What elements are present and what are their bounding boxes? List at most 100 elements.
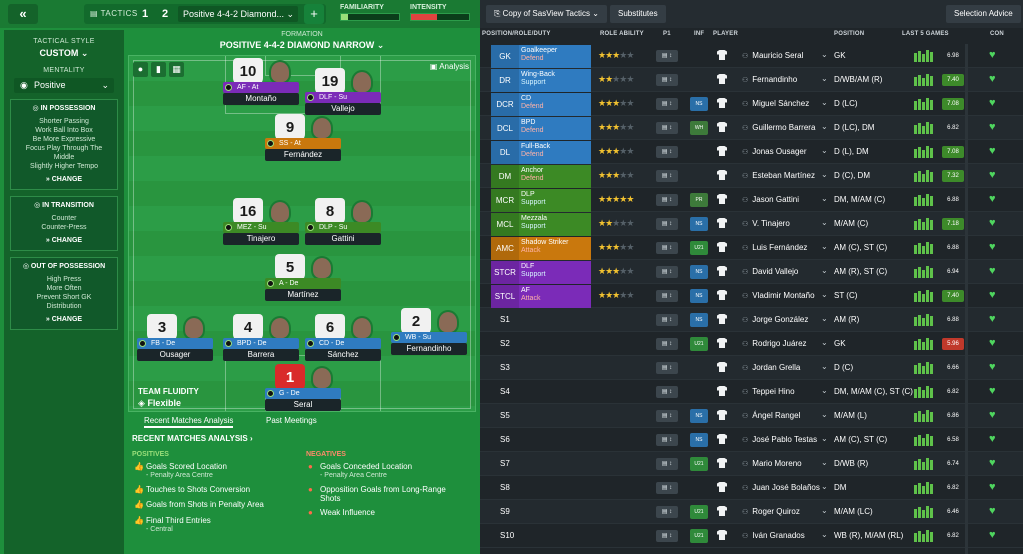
col-condition[interactable]: CON [990, 31, 1004, 37]
intensity-meter[interactable] [410, 13, 470, 21]
chevron-down-icon[interactable]: ⌄ [821, 530, 828, 539]
player-card[interactable]: 4 BPD - De Barrera [223, 314, 299, 364]
table-row[interactable]: S2 ▤ ↕ U21 ⚇ Rodrigo Juárez ⌄ GK 5.96 ♥ [480, 332, 1023, 356]
role-badge[interactable]: G - De [265, 388, 341, 399]
change-in-transition-button[interactable]: » CHANGE [13, 237, 115, 244]
table-row[interactable]: DL Full-Back Defend ★★★★★ ▤ ↕ ⚇ Jonas Ousager ⌄… [480, 140, 1023, 164]
player-name[interactable]: ⚇ Esteban Martínez [742, 171, 815, 180]
chevron-down-icon[interactable]: ⌄ [821, 410, 828, 419]
p1-indicator[interactable]: ▤ ↕ [656, 122, 678, 134]
p1-indicator[interactable]: ▤ ↕ [656, 482, 678, 494]
position-role-cell[interactable]: GK Goalkeeper Defend [491, 45, 591, 68]
player-name[interactable]: ⚇ Iván Granados [742, 531, 805, 540]
player-name[interactable]: ⚇ Jonas Ousager [742, 147, 807, 156]
player-name[interactable]: ⚇ Guillermo Barrera [742, 123, 815, 132]
chevron-down-icon[interactable]: ⌄ [821, 98, 828, 107]
chevron-down-icon[interactable]: ⌄ [821, 458, 828, 467]
table-row[interactable]: STCL AF Attack ★★★★★ ▤ ↕ NS ⚇ Vladimir Montaño ⌄… [480, 284, 1023, 308]
chevron-down-icon[interactable]: ⌄ [821, 122, 828, 131]
chevron-down-icon[interactable]: ⌄ [821, 146, 828, 155]
p1-indicator[interactable]: ▤ ↕ [656, 338, 678, 350]
player-name[interactable]: ⚇ Teppei Hino [742, 387, 795, 396]
table-row[interactable]: S6 ▤ ↕ NS ⚇ José Pablo Testas ⌄ AM (C), ST (C)… [480, 428, 1023, 452]
player-card[interactable]: 1 G - De Seral [265, 364, 341, 411]
tactic-slot-1[interactable]: 1 [136, 6, 154, 22]
player-card[interactable]: 16 MEZ - Su Tinajero [223, 198, 299, 248]
position-role-cell[interactable]: STCR DLF Support [491, 261, 591, 284]
table-row[interactable]: DCL BPD Defend ★★★★★ ▤ ↕ WH ⚇ Guillermo Barrera… [480, 116, 1023, 140]
collapse-button[interactable]: « [8, 4, 38, 24]
p1-indicator[interactable]: ▤ ↕ [656, 194, 678, 206]
chevron-down-icon[interactable]: ⌄ [821, 266, 828, 275]
chevron-down-icon[interactable]: ⌄ [821, 242, 828, 251]
table-row[interactable]: S7 ▤ ↕ U21 ⚇ Mario Moreno ⌄ D/WB (R) 6.74 ♥ [480, 452, 1023, 476]
p1-indicator[interactable]: ▤ ↕ [656, 218, 678, 230]
role-badge[interactable]: CD - De [305, 338, 381, 349]
chevron-down-icon[interactable]: ⌄ [821, 482, 828, 491]
p1-indicator[interactable]: ▤ ↕ [656, 146, 678, 158]
player-name[interactable]: ⚇ Ángel Rangel [742, 411, 800, 420]
tactical-style-dropdown[interactable]: CUSTOM ⌄ [4, 48, 124, 59]
table-row[interactable]: MCL Mezzala Support ★★★★★ ▤ ↕ NS ⚇ V. Tinajero ⌄… [480, 212, 1023, 236]
chevron-down-icon[interactable]: ⌄ [821, 386, 828, 395]
position-role-cell[interactable]: DCR CD Defend [491, 93, 591, 116]
table-row[interactable]: S1 ▤ ↕ NS ⚇ Jorge González ⌄ AM (R) 6.88 ♥ [480, 308, 1023, 332]
player-name[interactable]: ⚇ V. Tinajero [742, 219, 790, 228]
chevron-down-icon[interactable]: ⌄ [821, 434, 828, 443]
position-role-cell[interactable]: AMC Shadow Striker Attack [491, 237, 591, 260]
p1-indicator[interactable]: ▤ ↕ [656, 50, 678, 62]
p1-indicator[interactable]: ▤ ↕ [656, 458, 678, 470]
table-row[interactable]: STCR DLF Support ★★★★★ ▤ ↕ NS ⚇ David Vallejo ⌄ A… [480, 260, 1023, 284]
table-row[interactable]: DR Wing-Back Support ★★★★★ ▤ ↕ ⚇ Fernandinho ⌄ D… [480, 68, 1023, 92]
copy-tactics-dropdown[interactable]: ⎘ Copy of SasView Tactics ⌄ [486, 5, 607, 23]
role-badge[interactable]: DLF - Su [305, 92, 381, 103]
p1-indicator[interactable]: ▤ ↕ [656, 410, 678, 422]
position-role-cell[interactable]: STCL AF Attack [491, 285, 591, 308]
player-name[interactable]: ⚇ Luis Fernández [742, 243, 807, 252]
p1-indicator[interactable]: ▤ ↕ [656, 530, 678, 542]
role-badge[interactable]: FB - De [137, 338, 213, 349]
role-badge[interactable]: A - De [265, 278, 341, 289]
player-name[interactable]: ⚇ Rodrigo Juárez [742, 339, 807, 348]
mentality-dropdown[interactable]: ◉ Positive ⌄ [14, 78, 114, 93]
substitutes-button[interactable]: Substitutes [610, 5, 666, 23]
p1-indicator[interactable]: ▤ ↕ [656, 266, 678, 278]
table-row[interactable]: S9 ▤ ↕ U21 ⚇ Roger Quiroz ⌄ M/AM (LC) 6.46 ♥ [480, 500, 1023, 524]
player-name[interactable]: ⚇ Jason Gattini [742, 195, 799, 204]
p1-indicator[interactable]: ▤ ↕ [656, 362, 678, 374]
chevron-down-icon[interactable]: ⌄ [821, 362, 828, 371]
col-role-ability[interactable]: ROLE ABILITY [600, 31, 644, 37]
table-row[interactable]: DM Anchor Defend ★★★★★ ▤ ↕ ⚇ Esteban Martínez ⌄… [480, 164, 1023, 188]
chevron-down-icon[interactable]: ⌄ [821, 74, 828, 83]
player-name[interactable]: ⚇ Jordan Grella [742, 363, 800, 372]
familiarity-meter[interactable] [340, 13, 400, 21]
player-name[interactable]: ⚇ Roger Quiroz [742, 507, 800, 516]
change-in-possession-button[interactable]: » CHANGE [13, 176, 115, 183]
position-role-cell[interactable]: DM Anchor Defend [491, 165, 591, 188]
col-inf[interactable]: INF [694, 31, 704, 37]
p1-indicator[interactable]: ▤ ↕ [656, 290, 678, 302]
table-row[interactable]: DCR CD Defend ★★★★★ ▤ ↕ NS ⚇ Miguel Sánchez ⌄ D (… [480, 92, 1023, 116]
table-row[interactable]: S3 ▤ ↕ ⚇ Jordan Grella ⌄ D (C) 6.66 ♥ [480, 356, 1023, 380]
table-row[interactable]: MCR DLP Support ★★★★★ ▤ ↕ PR ⚇ Jason Gattini ⌄ DM… [480, 188, 1023, 212]
tab-past-meetings[interactable]: Past Meetings [266, 416, 317, 425]
player-card[interactable]: 3 FB - De Ousager [137, 314, 213, 364]
chevron-down-icon[interactable]: ⌄ [821, 194, 828, 203]
p1-indicator[interactable]: ▤ ↕ [656, 98, 678, 110]
position-role-cell[interactable]: MCR DLP Support [491, 189, 591, 212]
chevron-down-icon[interactable]: ⌄ [821, 314, 828, 323]
player-card[interactable]: 10 AF - At Montaño [223, 58, 299, 108]
formation-dropdown[interactable]: POSITIVE 4-4-2 DIAMOND NARROW ⌄ [128, 40, 476, 51]
scrollbar[interactable] [965, 44, 968, 554]
chevron-down-icon[interactable]: ⌄ [821, 506, 828, 515]
player-card[interactable]: 2 WB - Su Fernandinho [391, 308, 467, 358]
col-player[interactable]: PLAYER [713, 31, 738, 37]
player-card[interactable]: 8 DLP - Su Gattini [305, 198, 381, 248]
player-name[interactable]: ⚇ Jorge González [742, 315, 808, 324]
chevron-down-icon[interactable]: ⌄ [821, 50, 828, 59]
table-row[interactable]: S10 ▤ ↕ U21 ⚇ Iván Granados ⌄ WB (R), M/AM (RL… [480, 524, 1023, 548]
role-badge[interactable]: SS - At [265, 138, 341, 149]
player-name[interactable]: ⚇ José Pablo Testas [742, 435, 817, 444]
position-role-cell[interactable]: DR Wing-Back Support [491, 69, 591, 92]
selection-advice-button[interactable]: Selection Advice [946, 5, 1021, 23]
